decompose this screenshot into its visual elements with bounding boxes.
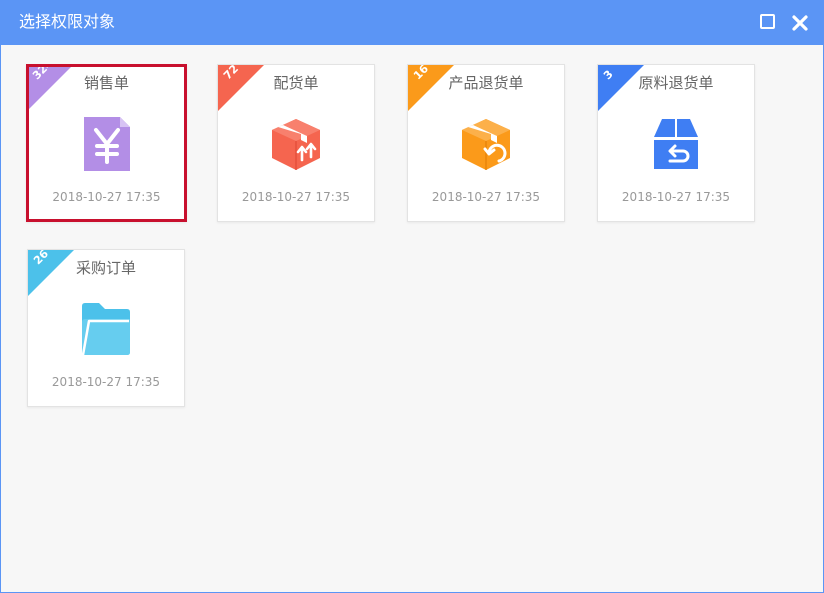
card-title: 采购订单 — [75, 259, 136, 277]
card-distribution-order[interactable]: 72 配货单 2018-10-27 17:35 — [217, 64, 375, 222]
card-product-return[interactable]: 16 产品退货单 2018-10-27 17:35 — [407, 64, 565, 222]
titlebar: 选择权限对象 — [1, 1, 823, 45]
card-title: 销售单 — [83, 74, 129, 92]
card-sales-order[interactable]: 324 销售单 2018-10-27 17:35 — [26, 64, 187, 222]
card-date: 2018-10-27 17:35 — [52, 190, 161, 204]
card-date: 2018-10-27 17:35 — [621, 190, 731, 204]
box-return-icon — [459, 115, 513, 173]
dialog-title: 选择权限对象 — [19, 12, 116, 31]
card-title: 产品退货单 — [448, 74, 524, 92]
card-date: 2018-10-27 17:35 — [241, 190, 351, 204]
select-permission-dialog: 选择权限对象 324 销售单 2018-10-27 17:35 72 配货单 2… — [0, 0, 824, 593]
maximize-icon[interactable] — [760, 14, 775, 29]
card-material-return[interactable]: 3 原料退货单 2018-10-27 17:35 — [597, 64, 755, 222]
yen-document-icon — [80, 115, 134, 173]
close-icon[interactable] — [790, 13, 810, 33]
open-box-return-icon — [649, 115, 703, 173]
folder-icon — [79, 300, 133, 358]
card-title: 配货单 — [273, 74, 319, 92]
card-date: 2018-10-27 17:35 — [431, 190, 541, 204]
card-purchase-order[interactable]: 26 采购订单 2018-10-27 17:35 — [27, 249, 185, 407]
box-upload-icon — [269, 115, 323, 173]
card-title: 原料退货单 — [638, 74, 714, 92]
card-date: 2018-10-27 17:35 — [51, 375, 161, 389]
